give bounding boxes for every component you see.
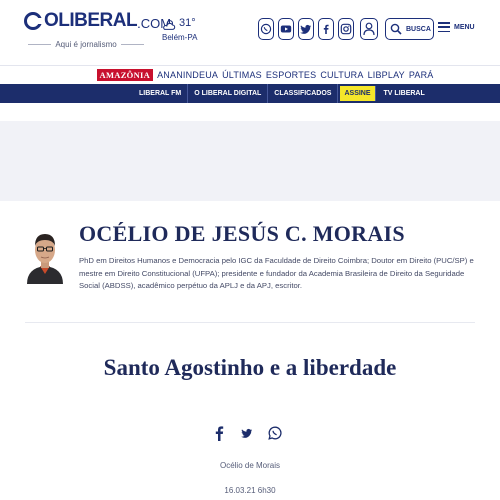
nav-item-para[interactable]: PARÁ xyxy=(409,70,434,80)
secondary-nav: LIBERAL FM O LIBERAL DIGITAL CLASSIFICAD… xyxy=(0,84,500,103)
user-icon xyxy=(363,22,375,36)
weather-widget: 31° Belém-PA xyxy=(162,17,197,42)
search-label: BUSCA xyxy=(406,25,431,33)
menu-button[interactable]: MENU xyxy=(438,22,475,32)
search-icon xyxy=(390,23,402,35)
instagram-icon[interactable] xyxy=(338,18,354,40)
article-date: 16.03.21 6h30 xyxy=(224,486,276,495)
weather-city: Belém-PA xyxy=(162,33,198,42)
ad-banner-placeholder xyxy=(0,121,500,201)
site-header: OLIBERAL .COM Aqui é jornalismo 31° Belé… xyxy=(0,0,500,62)
divider xyxy=(25,322,475,323)
primary-nav: AMAZÔNIA ANANINDEUA ÚLTIMAS ESPORTES CUL… xyxy=(0,65,500,83)
social-links xyxy=(258,18,354,40)
nav-item-cultura[interactable]: CULTURA xyxy=(320,70,363,80)
menu-label: MENU xyxy=(454,23,475,31)
author-avatar xyxy=(25,218,65,284)
nav-item-assine[interactable]: ASSINE xyxy=(340,86,376,101)
twitter-icon[interactable] xyxy=(240,425,254,441)
article-title: Santo Agostinho e a liberdade xyxy=(103,355,397,380)
twitter-icon[interactable] xyxy=(298,18,314,40)
hamburger-icon xyxy=(438,22,450,32)
whatsapp-icon[interactable] xyxy=(268,425,282,441)
share-bar xyxy=(212,425,282,441)
search-button[interactable]: BUSCA xyxy=(385,18,434,40)
author-bio: PhD em Direitos Humanos e Democracia pel… xyxy=(79,256,474,290)
site-tagline: Aqui é jornalismo xyxy=(24,40,148,49)
nav-item-ananindeua[interactable]: ANANINDEUA xyxy=(157,70,218,80)
cloud-sun-icon xyxy=(163,20,176,30)
youtube-icon[interactable] xyxy=(278,18,294,40)
amazonia-badge[interactable]: AMAZÔNIA xyxy=(96,68,154,81)
nav-item-liberal-fm[interactable]: LIBERAL FM xyxy=(133,84,189,103)
user-account-button[interactable] xyxy=(360,18,378,40)
facebook-icon[interactable] xyxy=(212,425,226,441)
article-byline[interactable]: Océlio de Morais xyxy=(0,461,500,470)
nav-item-classificados[interactable]: CLASSIFICADOS xyxy=(268,84,339,103)
logo-text: OLIBERAL xyxy=(44,10,138,31)
author-name: OCÉLIO DE JESÚS C. MORAIS xyxy=(79,221,405,246)
nav-item-ultimas[interactable]: ÚLTIMAS xyxy=(222,70,262,80)
logo-mark-icon xyxy=(24,12,42,30)
facebook-icon[interactable] xyxy=(318,18,334,40)
nav-item-libplay[interactable]: LIBPLAY xyxy=(368,70,405,80)
nav-item-esportes[interactable]: ESPORTES xyxy=(266,70,316,80)
nav-item-oliberal-digital[interactable]: O LIBERAL DIGITAL xyxy=(188,84,269,103)
nav-item-tv-liberal[interactable]: TV LIBERAL xyxy=(378,84,431,103)
whatsapp-icon[interactable] xyxy=(258,18,274,40)
site-logo[interactable]: OLIBERAL .COM xyxy=(24,10,171,32)
weather-temperature: 31° xyxy=(179,17,196,29)
